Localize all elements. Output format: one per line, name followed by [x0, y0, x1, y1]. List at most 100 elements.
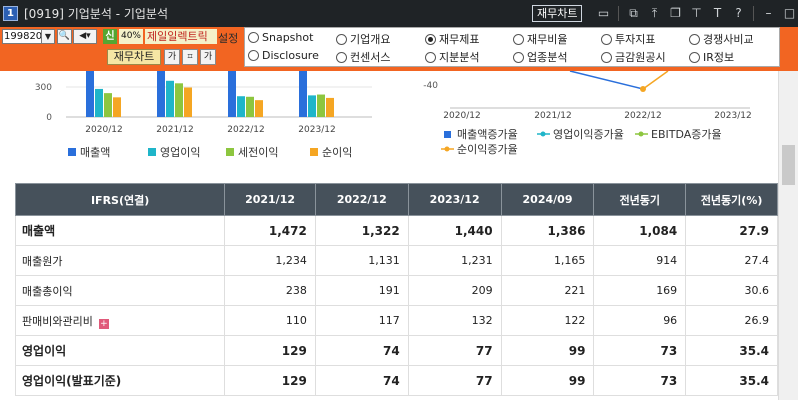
- radio-competitor-compare[interactable]: 경쟁사비교: [689, 31, 754, 47]
- table-cell: 129: [224, 335, 316, 366]
- radio-investment-index[interactable]: 투자지표: [601, 31, 655, 47]
- table-cell: 122: [500, 305, 595, 336]
- minimize-icon[interactable]: –: [758, 4, 779, 23]
- radio-label: 컨센서스: [350, 51, 391, 64]
- radio-circle: [513, 51, 524, 63]
- table-cell: 27.4: [685, 245, 778, 276]
- table-cell: 132: [407, 305, 502, 336]
- radio-ir-info[interactable]: IR정보: [689, 49, 734, 65]
- table-cell: 129: [224, 365, 316, 396]
- monitor-icon[interactable]: ▭: [593, 4, 614, 23]
- bar: [317, 94, 325, 117]
- table-row[interactable]: 매출총이익 238 191 209 221 169 30.6: [15, 275, 778, 306]
- radio-shareholding[interactable]: 지분분석: [425, 49, 479, 65]
- table-cell: 169: [593, 275, 687, 306]
- ratio-badge: 40%: [119, 29, 143, 44]
- row-label: 판매비와관리비: [22, 314, 93, 328]
- radio-label: 업종분석: [527, 51, 568, 64]
- setting-link[interactable]: 설정: [218, 30, 238, 46]
- column-header[interactable]: IFRS(연결): [15, 183, 226, 216]
- table-cell: 77: [407, 365, 502, 396]
- row-label: 매출원가: [15, 245, 226, 276]
- row-label: 영업이익: [15, 335, 226, 366]
- stock-code-input[interactable]: 199820: [2, 29, 42, 44]
- radio-industry-analysis[interactable]: 업종분석: [513, 49, 567, 65]
- radio-company-overview[interactable]: 기업개요: [336, 31, 390, 47]
- radio-label: Snapshot: [262, 31, 314, 44]
- code-dropdown-button[interactable]: ▼: [41, 29, 55, 44]
- bar: [255, 100, 263, 117]
- radio-financial-ratio[interactable]: 재무비율: [513, 31, 567, 47]
- pin-icon[interactable]: ⊤: [686, 4, 707, 23]
- scroll-thumb[interactable]: [782, 145, 795, 185]
- financial-statements-table: IFRS(연결) 2021/12 2022/12 2023/12 2024/09…: [15, 183, 778, 396]
- print-button[interactable]: ⌗: [182, 49, 198, 65]
- radio-circle: [336, 51, 347, 63]
- financial-chart-title-button[interactable]: 재무차트: [532, 5, 583, 22]
- table-cell: 1,165: [500, 245, 595, 276]
- font-icon[interactable]: T: [707, 4, 728, 23]
- financial-table-wrapper: IFRS(연결) 2021/12 2022/12 2023/12 2024/09…: [15, 183, 778, 400]
- pin-top-icon[interactable]: ⤒: [644, 4, 665, 23]
- window-number-badge[interactable]: 1: [3, 6, 18, 21]
- font-size-up-button[interactable]: 가: [200, 49, 216, 65]
- shin-badge[interactable]: 신: [103, 29, 117, 44]
- column-header[interactable]: 전년동기: [593, 183, 687, 216]
- radio-disclosure[interactable]: Disclosure: [248, 49, 319, 62]
- maximize-icon[interactable]: □: [779, 4, 798, 23]
- column-header[interactable]: 2022/12: [314, 183, 409, 216]
- legend-swatch: [68, 148, 76, 156]
- bar: [166, 80, 174, 117]
- table-row[interactable]: 매출액 1,472 1,322 1,440 1,386 1,084 27.9: [15, 215, 778, 246]
- expand-plus-icon[interactable]: +: [98, 318, 109, 329]
- table-cell: 1,322: [314, 215, 409, 246]
- bar: [326, 97, 334, 117]
- financial-chart-button[interactable]: 재무차트: [107, 49, 161, 65]
- table-row[interactable]: 영업이익(발표기준) 129 74 77 99 73 35.4: [15, 365, 778, 396]
- window-controls: ▭ ⧉ ⤒ ❐ ⊤ T ? – □ ✕: [593, 4, 798, 23]
- search-icon[interactable]: 🔍: [57, 29, 72, 44]
- column-header[interactable]: 2023/12: [407, 183, 502, 216]
- table-cell: 26.9: [685, 305, 778, 336]
- table-header-row: IFRS(연결) 2021/12 2022/12 2023/12 2024/09…: [15, 183, 778, 216]
- table-cell: 238: [224, 275, 316, 306]
- radio-consensus[interactable]: 컨센서스: [336, 49, 390, 65]
- radio-circle: [248, 50, 259, 61]
- legend-swatch-marker: [638, 131, 644, 137]
- radio-circle: [513, 33, 524, 45]
- copy-icon[interactable]: ❐: [665, 4, 686, 23]
- speaker-menu-icon[interactable]: ◀▾: [73, 29, 97, 44]
- radio-financial-statements[interactable]: 재무제표: [425, 31, 479, 47]
- radio-snapshot[interactable]: Snapshot: [248, 31, 313, 44]
- earnings-bar-chart: 300 0 2020/12 2021/12 2022/12 2023/12 매출액 영업이익 세…: [35, 71, 372, 159]
- column-header[interactable]: 2021/12: [224, 183, 316, 216]
- bar: [299, 71, 307, 117]
- x-tick-label: 2020/12: [443, 111, 480, 121]
- table-cell: 30.6: [685, 275, 778, 306]
- row-label: 영업이익(발표기준): [15, 365, 226, 396]
- new-window-icon[interactable]: ⧉: [623, 4, 644, 23]
- radio-label: 재무제표: [439, 33, 480, 46]
- row-label-expandable: 판매비와관리비 +: [15, 305, 226, 336]
- table-cell: 1,131: [314, 245, 409, 276]
- charts-area: 300 0 2020/12 2021/12 2022/12 2023/12 매출액 영업이익 세…: [0, 71, 778, 183]
- table-cell: 27.9: [685, 215, 778, 246]
- table-cell: 1,440: [407, 215, 502, 246]
- table-cell: 1,234: [224, 245, 316, 276]
- table-row[interactable]: 매출원가 1,234 1,131 1,231 1,165 914 27.4: [15, 245, 778, 276]
- vertical-scrollbar[interactable]: [778, 71, 798, 400]
- table-row[interactable]: 판매비와관리비 + 110 117 132 122 96 26.9: [15, 305, 778, 336]
- table-cell: 209: [407, 275, 502, 306]
- font-size-down-button[interactable]: 가: [164, 49, 180, 65]
- row-label: 매출액: [15, 215, 226, 246]
- radio-circle: [689, 33, 700, 45]
- legend-swatch-marker: [540, 131, 546, 137]
- column-header[interactable]: 전년동기(%): [685, 183, 778, 216]
- table-cell: 191: [314, 275, 409, 306]
- radio-fss-disclosure[interactable]: 금감원공시: [601, 49, 666, 65]
- table-cell: 35.4: [685, 365, 778, 396]
- table-row[interactable]: 영업이익 129 74 77 99 73 35.4: [15, 335, 778, 366]
- help-icon[interactable]: ?: [728, 4, 749, 23]
- column-header[interactable]: 2024/09: [500, 183, 595, 216]
- bar: [95, 88, 103, 117]
